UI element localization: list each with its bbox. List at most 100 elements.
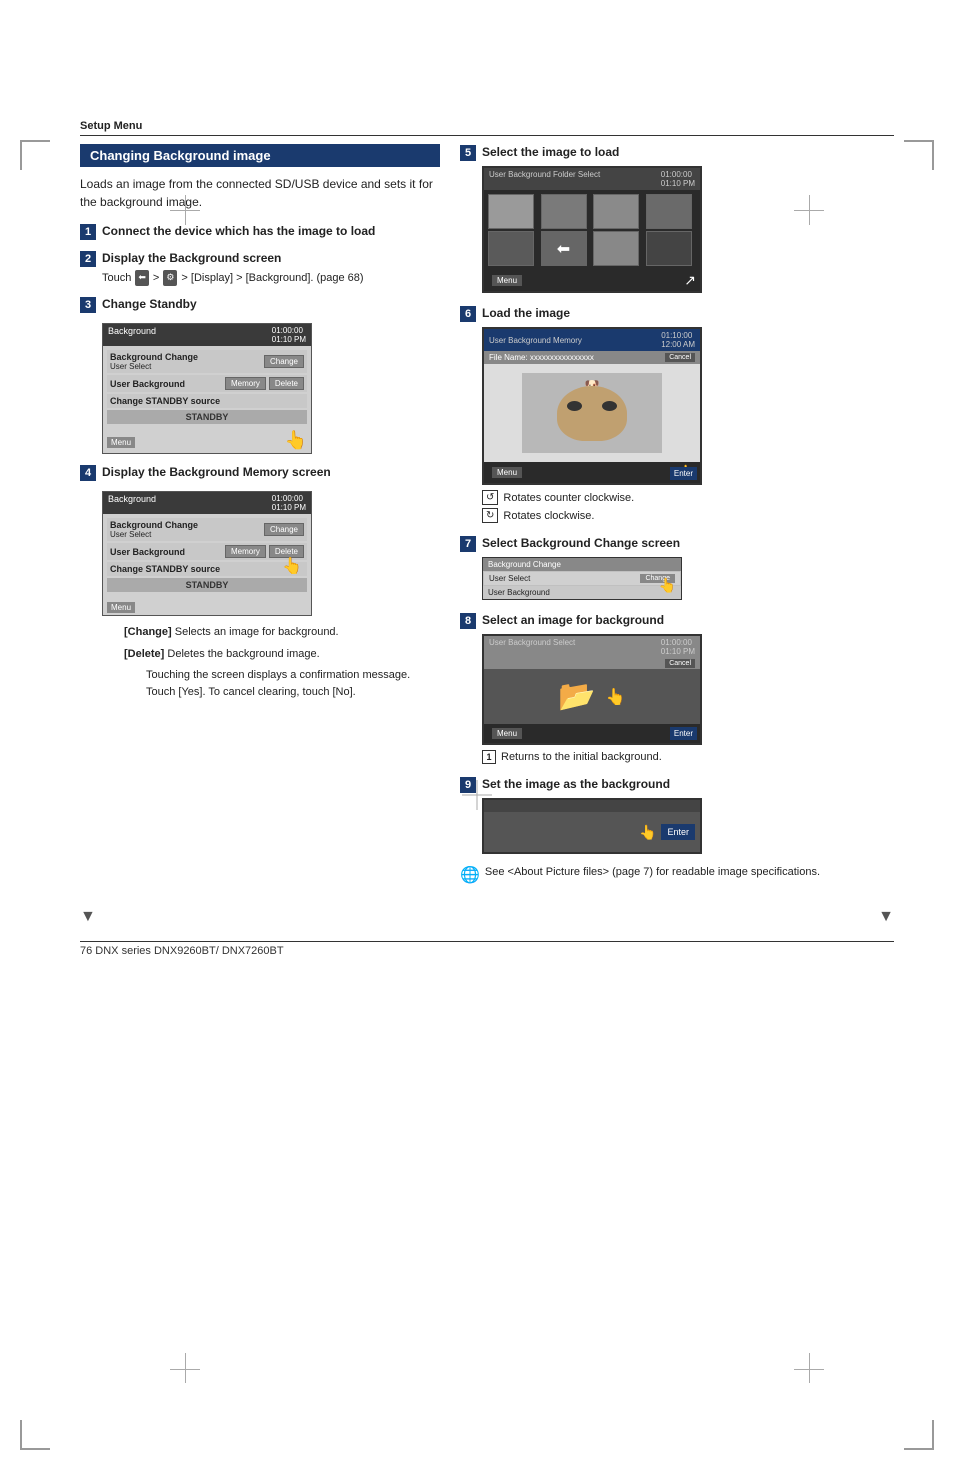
dog-eye-left xyxy=(567,401,582,411)
step-9-header: 9 Set the image as the background xyxy=(460,776,894,793)
section-title: Changing Background image xyxy=(80,144,440,167)
screen-6-menu[interactable]: Menu xyxy=(492,467,522,478)
right-column: 5 Select the image to load User Backgrou… xyxy=(460,144,894,900)
screen-4-row2: User Background Memory Delete xyxy=(107,543,307,560)
screen-4-row3: Change STANDBY source 👆 xyxy=(107,562,307,576)
step-8: 8 Select an image for background User Ba… xyxy=(460,612,894,764)
screen-4-change-btn[interactable]: Change xyxy=(264,523,304,536)
screen-3-header: Background 01:00:0001:10 PM xyxy=(103,324,311,346)
screen-3-row3: Change STANDBY source xyxy=(107,394,307,408)
rotate-cw-note: ↻ Rotates clockwise. xyxy=(482,508,894,523)
rotate-cw-icon: ↻ xyxy=(482,508,498,523)
img-cell-1[interactable] xyxy=(488,194,534,229)
screen-8-cancel-btn[interactable]: Cancel xyxy=(665,659,695,668)
step-9-num: 9 xyxy=(460,777,476,793)
screen-9-body: 👆 Enter xyxy=(484,812,700,852)
screen-4: Background 01:00:0001:10 PM Background C… xyxy=(102,491,312,616)
screen-3-memory-btn[interactable]: Memory xyxy=(225,377,266,390)
step-2-text: Display the Background screen xyxy=(102,250,364,267)
step-6-header: 6 Load the image xyxy=(460,305,894,322)
step-5: 5 Select the image to load User Backgrou… xyxy=(460,144,894,293)
screen-6-enter-btn[interactable]: Enter xyxy=(670,467,697,480)
screen-3-delete-btn[interactable]: Delete xyxy=(269,377,304,390)
touch-icon-1: ⬅ xyxy=(135,270,149,286)
dog-eye-right xyxy=(602,401,617,411)
dog-face xyxy=(557,386,627,441)
step-8-num: 8 xyxy=(460,613,476,629)
touch-hand-4: 👆 xyxy=(282,556,302,576)
step-7: 7 Select Background Change screen Backgr… xyxy=(460,535,894,600)
step-6-num: 6 xyxy=(460,306,476,322)
step-4-text: Display the Background Memory screen xyxy=(102,464,331,481)
crosshair-tl-v xyxy=(185,195,186,225)
screen-8-enter-btn[interactable]: Enter xyxy=(670,727,697,740)
corner-mark-tl xyxy=(20,140,50,170)
screen-4-row1: Background Change User Select Change xyxy=(107,518,307,541)
step-8-text: Select an image for background xyxy=(482,612,664,629)
img-cell-arrow[interactable]: ⬅ xyxy=(541,231,587,266)
screen-8-title: User Background Select xyxy=(489,638,575,656)
screen-8-time: 01:00:0001:10 PM xyxy=(661,638,695,656)
screen-9-top xyxy=(484,800,700,812)
screen-6-header: User Background Memory 01:10:0012:00 AM xyxy=(484,329,700,351)
screen-6-cancel-btn[interactable]: Cancel xyxy=(665,353,695,362)
screen-8: User Background Select 01:00:0001:10 PM … xyxy=(482,634,702,745)
dog-image: 🐶 xyxy=(522,373,662,453)
rotate-ccw-note: ↺ Rotates counter clockwise. xyxy=(482,490,894,505)
screen-9-enter-btn[interactable]: Enter xyxy=(661,824,695,840)
step-5-text: Select the image to load xyxy=(482,144,619,161)
touch-icon-2: ⚙ xyxy=(163,270,177,286)
img-cell-7[interactable] xyxy=(646,231,692,266)
crosshair-v xyxy=(477,780,478,810)
step-9: 9 Set the image as the background 👆 Ente… xyxy=(460,776,894,888)
screen-6-title: User Background Memory xyxy=(489,336,582,345)
screen-6-body: 🐶 xyxy=(484,364,700,462)
screen-3-row1: Background Change User Select Change xyxy=(107,350,307,373)
screen-9: 👆 Enter xyxy=(482,798,702,854)
screen-4-menu[interactable]: Menu xyxy=(107,602,135,613)
img-cell-3[interactable] xyxy=(593,194,639,229)
crosshair-br-v xyxy=(809,1353,810,1383)
screen-3-change-btn[interactable]: Change xyxy=(264,355,304,368)
step-6-text: Load the image xyxy=(482,305,570,322)
badge-1: 1 xyxy=(482,750,496,764)
crosshair-bl-v xyxy=(185,1353,186,1383)
corner-mark-br xyxy=(904,1420,934,1450)
screen-3: Background 01:00:0001:10 PM Background C… xyxy=(102,323,312,454)
screen-6-time: 01:10:0012:00 AM xyxy=(661,331,695,349)
screen-4-standby[interactable]: STANDBY xyxy=(107,578,307,592)
screen-7: Background Change User Select Change Use… xyxy=(482,557,682,600)
img-cell-4[interactable] xyxy=(646,194,692,229)
left-column: Changing Background image Loads an image… xyxy=(80,144,440,900)
intro-text: Loads an image from the connected SD/USB… xyxy=(80,175,440,211)
screen-5: User Background Folder Select 01:00:0001… xyxy=(482,166,702,293)
screen-3-time: 01:00:0001:10 PM xyxy=(272,326,306,344)
screen-7-row: User Select Change xyxy=(484,572,680,585)
footnote: 🌐 See <About Picture files> (page 7) for… xyxy=(460,864,894,888)
step-1-num: 1 xyxy=(80,224,96,240)
corner-mark-bl xyxy=(20,1420,50,1450)
globe-icon: 🌐 xyxy=(460,864,480,888)
touch-hand-5: ↗ xyxy=(684,272,696,289)
step-3-num: 3 xyxy=(80,297,96,313)
screen-3-title: Background xyxy=(108,326,156,344)
screen-8-menu[interactable]: Menu xyxy=(492,728,522,739)
screen-5-menu[interactable]: Menu xyxy=(492,275,522,286)
screen-3-standby[interactable]: STANDBY xyxy=(107,410,307,424)
img-cell-5[interactable] xyxy=(488,231,534,266)
note-delete-1: [Delete] Deletes the background image. xyxy=(124,646,440,663)
screen-4-memory-btn[interactable]: Memory xyxy=(225,545,266,558)
crosshair-tr-v xyxy=(809,195,810,225)
step-5-num: 5 xyxy=(460,145,476,161)
touch-hand-icon-3: 👆 xyxy=(285,430,307,451)
step-8-header: 8 Select an image for background xyxy=(460,612,894,629)
img-cell-6[interactable] xyxy=(593,231,639,266)
img-cell-2[interactable] xyxy=(541,194,587,229)
screen-3-menu[interactable]: Menu xyxy=(107,437,135,448)
page-arrows: ▼ ▼ xyxy=(80,908,894,926)
screen-4-time: 01:00:0001:10 PM xyxy=(272,494,306,512)
screen-7-row-label: User Select xyxy=(489,574,530,583)
screen-8-cancel-bar: Cancel xyxy=(484,658,700,669)
step-7-num: 7 xyxy=(460,536,476,552)
screen-6-filename-bar: File Name: xxxxxxxxxxxxxxxx Cancel xyxy=(484,351,700,364)
